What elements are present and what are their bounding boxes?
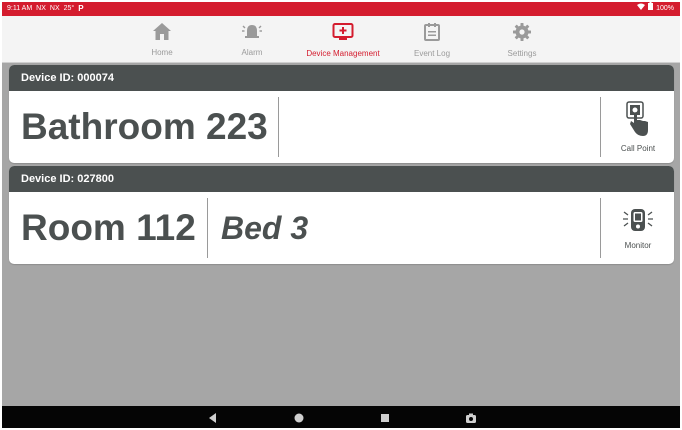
back-icon[interactable] xyxy=(207,411,217,428)
device-sublocation: Bed 3 xyxy=(221,210,309,246)
nav-home[interactable]: Home xyxy=(142,16,182,62)
status-time: 9:11 AM xyxy=(7,5,33,12)
device-type-label: Monitor xyxy=(624,241,652,250)
nav-device-management[interactable]: Device Management xyxy=(298,16,388,62)
divider xyxy=(207,198,208,258)
divider xyxy=(600,198,601,258)
status-indicator: NX xyxy=(49,5,60,12)
device-card[interactable]: Device ID: 027800 Room 112 Bed 3 Monitor xyxy=(9,166,674,264)
alarm-bell-icon xyxy=(241,16,263,45)
nav-settings[interactable]: Settings xyxy=(497,16,547,62)
device-card-body: Bathroom 223 Call Point xyxy=(9,91,674,163)
call-point-icon xyxy=(626,101,650,142)
device-card[interactable]: Device ID: 000074 Bathroom 223 Call Poin… xyxy=(9,65,674,163)
device-card-body: Room 112 Bed 3 Monitor xyxy=(9,192,674,264)
device-type: Call Point xyxy=(602,91,674,163)
device-type: Monitor xyxy=(602,192,674,264)
nav-event-log[interactable]: Event Log xyxy=(407,16,457,62)
device-management-icon xyxy=(332,16,354,46)
device-location: Bathroom 223 xyxy=(21,106,268,147)
status-indicator: NX xyxy=(36,5,46,12)
recents-icon[interactable] xyxy=(379,411,391,428)
event-log-icon xyxy=(424,16,440,46)
nav-bar: Home Alarm Device Management Event Log S… xyxy=(2,16,680,63)
screenshot-icon[interactable] xyxy=(465,411,477,428)
divider xyxy=(600,97,601,157)
app-frame: 9:11 AM NX NX 25° P 100% Home Alarm Devi… xyxy=(2,2,680,428)
system-nav-bar xyxy=(2,406,680,428)
nav-event-log-label: Event Log xyxy=(413,49,451,58)
monitor-icon xyxy=(622,206,654,239)
divider xyxy=(278,97,279,157)
gear-icon xyxy=(513,16,531,46)
home-circle-icon[interactable] xyxy=(293,411,305,428)
nav-settings-label: Settings xyxy=(507,49,537,58)
status-bar: 9:11 AM NX NX 25° P 100% xyxy=(2,2,680,16)
app-notification-icon: P xyxy=(78,4,84,13)
nav-alarm[interactable]: Alarm xyxy=(232,16,272,62)
nav-home-label: Home xyxy=(151,48,173,57)
nav-alarm-label: Alarm xyxy=(241,48,263,57)
device-id-header: Device ID: 000074 xyxy=(9,65,674,91)
home-icon xyxy=(153,16,171,45)
nav-device-management-label: Device Management xyxy=(306,49,380,58)
device-id-header: Device ID: 027800 xyxy=(9,166,674,192)
battery-level: 100% xyxy=(656,5,674,12)
device-type-label: Call Point xyxy=(620,144,656,153)
wifi-icon xyxy=(637,2,646,16)
device-location: Room 112 xyxy=(21,207,196,248)
battery-icon xyxy=(648,2,654,16)
status-temperature: 25° xyxy=(63,5,75,12)
